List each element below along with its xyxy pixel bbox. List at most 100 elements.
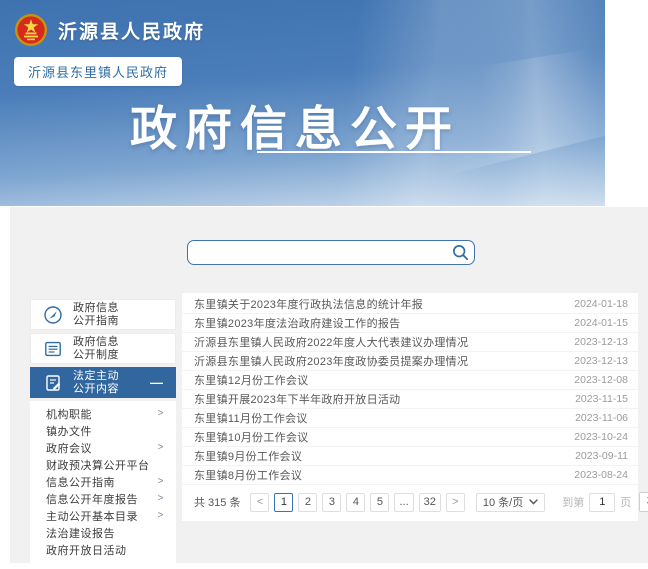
list-item[interactable]: 东里镇关于2023年度行政执法信息的统计年报 2024-01-18 [182, 295, 638, 314]
list-item-title: 东里镇开展2023年下半年政府开放日活动 [194, 391, 565, 407]
submenu-item[interactable]: 政府会议 > [30, 439, 176, 456]
page-button[interactable]: 5 [370, 493, 389, 512]
chevron-right-icon: > [158, 494, 164, 504]
label-line1: 政府信息 [73, 336, 119, 348]
search-button[interactable] [451, 243, 470, 262]
chevron-right-icon: > [158, 443, 164, 453]
label-line2: 公开制度 [73, 349, 119, 361]
sidebar-item-gov-info-system[interactable]: 政府信息 公开制度 [30, 333, 176, 364]
submenu-item-label: 财政预决算公开平台 [46, 457, 150, 473]
page-button[interactable]: ... [394, 493, 413, 512]
search-icon [451, 243, 470, 262]
list-item-title: 沂源县东里镇人民政府2022年度人大代表建议办理情况 [194, 334, 564, 350]
list-item[interactable]: 东里镇11月份工作会议 2023-11-06 [182, 409, 638, 428]
chevron-right-icon: > [158, 409, 164, 419]
banner-title: 政府信息公开 [130, 90, 460, 159]
list-item-title: 东里镇9月份工作会议 [194, 448, 565, 464]
goto-page-label: 到第 [562, 494, 584, 510]
list-item-date: 2024-01-18 [574, 298, 628, 310]
site-logo-row: 沂源县人民政府 [14, 13, 205, 47]
list-item-date: 2023-11-15 [575, 393, 628, 405]
page-button[interactable]: 4 [346, 493, 365, 512]
document-list: 东里镇关于2023年度行政执法信息的统计年报 2024-01-18 东里镇202… [182, 295, 638, 485]
submenu-item[interactable]: 政府开放日活动 > [30, 541, 176, 558]
page-button[interactable]: 2 [298, 493, 317, 512]
page-button[interactable]: 3 [322, 493, 341, 512]
list-item[interactable]: 东里镇9月份工作会议 2023-09-11 [182, 447, 638, 466]
banner-title-underline [257, 151, 531, 153]
confirm-button[interactable]: 确定 [639, 492, 648, 512]
label-line1: 法定主动 [73, 370, 119, 382]
submenu-item-label: 法治建设报告 [46, 525, 115, 541]
submenu-item[interactable]: 机构职能 > [30, 405, 176, 422]
list-item-title: 东里镇11月份工作会议 [194, 410, 565, 426]
subsite-badge[interactable]: 沂源县东里镇人民政府 [14, 57, 182, 86]
pagination: 共 315 条 < 1 2 3 4 5 ... [182, 485, 638, 518]
list-item-date: 2023-11-06 [575, 412, 628, 424]
clipboard-pen-icon [43, 373, 63, 393]
list-item-title: 东里镇2023年度法治政府建设工作的报告 [194, 315, 564, 331]
national-emblem-icon [14, 13, 48, 47]
submenu-item[interactable]: 信息公开指南 > [30, 473, 176, 490]
submenu-item-label: 主动公开基本目录 [46, 508, 138, 524]
chevron-right-icon: > [158, 511, 164, 521]
list-item-date: 2023-12-08 [574, 374, 628, 386]
submenu-item-label: 信息公开指南 [46, 474, 115, 490]
label-line2: 公开内容 [73, 383, 119, 395]
label-line1: 政府信息 [73, 302, 119, 314]
page: 沂源县人民政府 沂源县东里镇人民政府 政府信息公开 [0, 0, 648, 569]
list-item[interactable]: 东里镇8月份工作会议 2023-08-24 [182, 466, 638, 485]
content-background: 政府信息 公开指南 政府信息 公开制度 [10, 207, 648, 563]
submenu-item[interactable]: 财政预决算公开平台 > [30, 456, 176, 473]
submenu-item[interactable]: 信息公开年度报告 > [30, 490, 176, 507]
list-item[interactable]: 沂源县东里镇人民政府2022年度人大代表建议办理情况 2023-12-13 [182, 333, 638, 352]
sidebar-submenu: 机构职能 > 镇办文件 > 政府会议 > 财政预决算公开平台 [30, 401, 176, 564]
submenu-item-label: 机构职能 [46, 406, 92, 422]
goto-page-input[interactable] [589, 493, 615, 512]
list-item-date: 2023-10-24 [574, 431, 628, 443]
prev-page-button[interactable]: < [250, 493, 269, 512]
list-item-date: 2023-09-11 [575, 450, 628, 462]
chevron-down-icon [529, 499, 538, 505]
collapse-indicator[interactable]: — [150, 375, 167, 390]
list-item[interactable]: 东里镇10月份工作会议 2023-10-24 [182, 428, 638, 447]
page-size-select[interactable]: 10 条/页 [476, 493, 545, 512]
goto-page-suffix: 页 [620, 494, 631, 510]
page-button[interactable]: 32 [419, 493, 441, 512]
list-item-title: 东里镇关于2023年度行政执法信息的统计年报 [194, 296, 564, 312]
label-line2: 公开指南 [73, 315, 119, 327]
list-item[interactable]: 东里镇开展2023年下半年政府开放日活动 2023-11-15 [182, 390, 638, 409]
total-count: 共 315 条 [194, 494, 240, 510]
list-item-date: 2024-01-15 [574, 317, 628, 329]
list-item-title: 沂源县东里镇人民政府2023年度政协委员提案办理情况 [194, 353, 564, 369]
list-item[interactable]: 沂源县东里镇人民政府2023年度政协委员提案办理情况 2023-12-13 [182, 352, 638, 371]
submenu-item[interactable]: 镇办文件 > [30, 422, 176, 439]
sidebar-item-label: 政府信息 公开指南 [73, 302, 119, 328]
list-item-title: 东里镇10月份工作会议 [194, 429, 564, 445]
sidebar-item-label: 政府信息 公开制度 [73, 336, 119, 362]
site-banner: 沂源县人民政府 沂源县东里镇人民政府 政府信息公开 [0, 0, 605, 206]
submenu-item-label: 信息公开年度报告 [46, 491, 138, 507]
submenu-item[interactable]: 法治建设报告 > [30, 524, 176, 541]
list-item-date: 2023-08-24 [574, 469, 628, 481]
page-buttons: 1 2 3 4 5 ... 32 [274, 493, 440, 512]
submenu-item-label: 政府开放日活动 [46, 542, 127, 558]
sidebar: 政府信息 公开指南 政府信息 公开制度 [30, 299, 176, 564]
list-item-title: 东里镇12月份工作会议 [194, 372, 564, 388]
next-page-button[interactable]: > [446, 493, 465, 512]
list-item[interactable]: 东里镇2023年度法治政府建设工作的报告 2024-01-15 [182, 314, 638, 333]
page-button[interactable]: 1 [274, 493, 293, 512]
sidebar-item-gov-info-guide[interactable]: 政府信息 公开指南 [30, 299, 176, 330]
submenu-item-label: 政府会议 [46, 440, 92, 456]
compass-icon [43, 305, 63, 325]
list-item[interactable]: 东里镇12月份工作会议 2023-12-08 [182, 371, 638, 390]
document-list-panel: 东里镇关于2023年度行政执法信息的统计年报 2024-01-18 东里镇202… [182, 293, 638, 521]
page-size-label: 10 条/页 [483, 494, 523, 510]
sidebar-item-label: 法定主动 公开内容 [73, 370, 119, 396]
chevron-right-icon: > [158, 477, 164, 487]
search-input[interactable] [187, 240, 475, 265]
submenu-item-label: 镇办文件 [46, 423, 92, 439]
list-item-date: 2023-12-13 [574, 355, 628, 367]
submenu-item[interactable]: 主动公开基本目录 > [30, 507, 176, 524]
sidebar-item-statutory-disclosure[interactable]: 法定主动 公开内容 — [30, 367, 176, 398]
